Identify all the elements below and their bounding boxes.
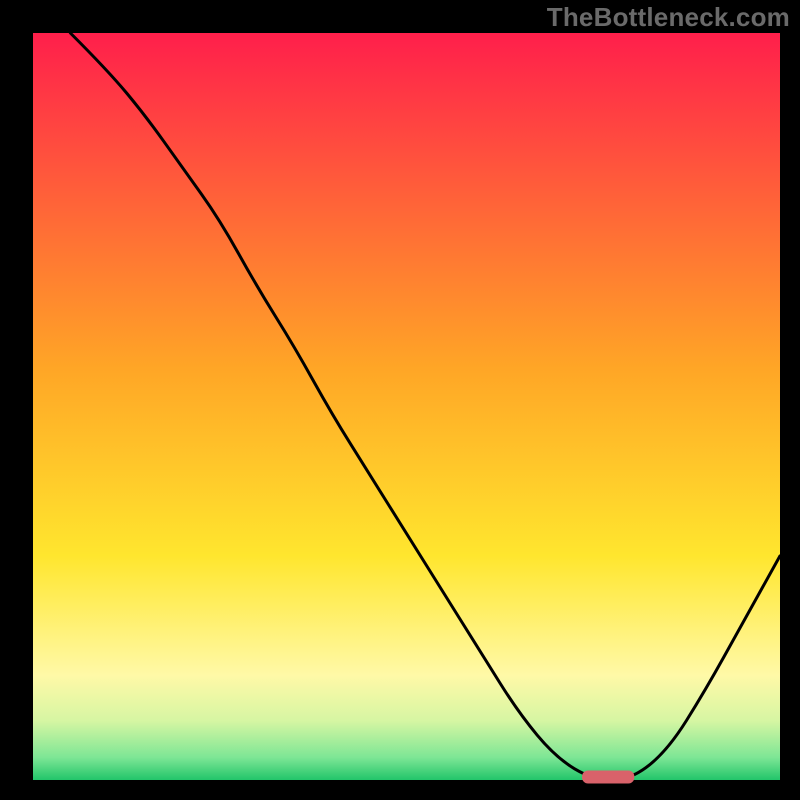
bottleneck-chart (0, 0, 800, 800)
watermark-text: TheBottleneck.com (547, 2, 790, 33)
plot-area (33, 33, 780, 780)
optimal-marker (582, 771, 634, 784)
